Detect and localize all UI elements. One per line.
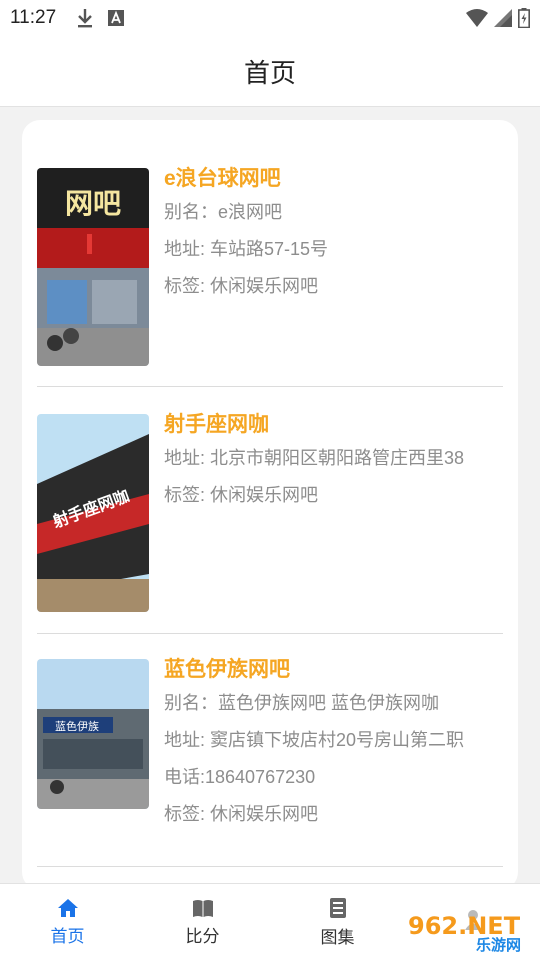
page-title: 首页	[243, 57, 296, 88]
svg-text:乐游网: 乐游网	[476, 936, 521, 954]
nav-score-label: 比分	[185, 926, 220, 946]
cafe-tag: 标签: 休闲娱乐网吧	[164, 804, 319, 824]
cafe-name: 蓝色伊族网吧	[164, 658, 290, 681]
cafe-address: 地址: 窦店镇下坡店村20号房山第二职	[164, 730, 465, 750]
divider	[37, 386, 503, 387]
home-icon	[57, 898, 78, 917]
cafe-phone: 电话:18640767230	[164, 767, 316, 787]
app-header: 首页	[0, 36, 540, 107]
battery-icon	[518, 8, 530, 28]
nav-gallery[interactable]: 图集	[270, 884, 405, 960]
cafe-tag: 标签: 休闲娱乐网吧	[164, 276, 319, 296]
download-icon	[78, 9, 93, 28]
cafe-name: 射手座网咖	[164, 413, 269, 436]
cafe-alias: 别名：蓝色伊族网吧 蓝色伊族网咖	[164, 693, 439, 713]
list-item[interactable]: 射手座网咖 射手座网咖 地址: 北京市朝阳区朝阳路管庄西里38 标签: 休闲娱乐…	[37, 413, 503, 614]
nav-home-label: 首页	[50, 926, 85, 946]
cafe-photo: 射手座网咖	[37, 414, 149, 612]
divider	[37, 633, 503, 634]
list-item[interactable]: 网吧 e浪台球网吧 别名：e浪网吧 地址: 车站路57-15号 标签: 休闲娱乐…	[37, 167, 503, 368]
list-item[interactable]: 蓝色伊族 蓝色伊族网吧 别名：蓝色伊族网吧 蓝色伊族网咖 地址: 窦店镇下坡店村…	[37, 658, 503, 869]
nav-gallery-label: 图集	[320, 927, 355, 947]
cafe-alias: 别名：e浪网吧	[164, 202, 283, 222]
cafe-address: 地址: 北京市朝阳区朝阳路管庄西里38	[164, 448, 465, 468]
cafe-photo: 网吧	[37, 168, 149, 366]
wifi-icon	[466, 9, 488, 27]
divider	[37, 866, 503, 867]
book-icon	[192, 899, 213, 917]
cafe-name: e浪台球网吧	[164, 167, 281, 190]
status-bar: 11:27	[0, 0, 540, 36]
status-time: 11:27	[10, 7, 57, 28]
nav-home[interactable]: 首页	[0, 884, 135, 960]
cafe-photo: 蓝色伊族	[37, 659, 149, 809]
cafe-tag: 标签: 休闲娱乐网吧	[164, 485, 319, 505]
watermark-logo: 962.NET 乐游网	[400, 906, 536, 954]
list-card: 网吧 e浪台球网吧 别名：e浪网吧 地址: 车站路57-15号 标签: 休闲娱乐…	[22, 120, 518, 890]
document-icon	[329, 897, 346, 918]
text-notification-icon	[108, 10, 125, 26]
svg-text:蓝色伊族: 蓝色伊族	[55, 719, 99, 733]
cafe-address: 地址: 车站路57-15号	[164, 239, 329, 259]
cell-signal-icon	[494, 9, 512, 27]
svg-text:网吧: 网吧	[65, 187, 121, 220]
nav-score[interactable]: 比分	[135, 884, 270, 960]
